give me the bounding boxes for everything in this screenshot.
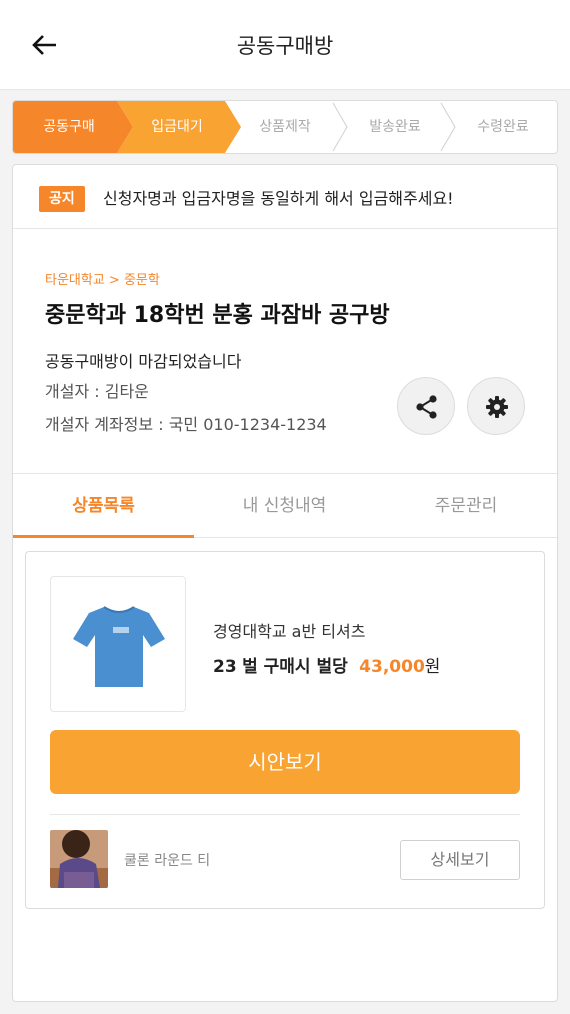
step-shipped: 발송완료 xyxy=(369,119,421,135)
notice-bar: 공지 신청자명과 입금자명을 동일하게 해서 입금해주세요! xyxy=(13,165,557,229)
tab-my-orders[interactable]: 내 신청내역 xyxy=(194,474,375,538)
product-card: 경영대학교 a반 티셔츠 23 벌 구매시 벌당 43,000원 시안보기 쿨론… xyxy=(25,551,545,909)
product-name: 경영대학교 a반 티셔츠 xyxy=(213,622,366,641)
photo-thumbnail xyxy=(50,830,108,888)
notice-badge: 공지 xyxy=(39,186,85,212)
breadcrumb: 타운대학교 > 중문학 xyxy=(45,273,160,288)
step-received: 수령완료 xyxy=(477,119,529,135)
share-icon xyxy=(416,395,437,419)
app-header: 공동구매방 xyxy=(0,0,570,90)
room-title: 중문학과 18학번 분홍 과잠바 공구방 xyxy=(45,303,390,328)
divider xyxy=(50,814,520,815)
per-unit-text: 벌 구매시 벌당 xyxy=(242,657,348,677)
sub-product-thumbnail[interactable] xyxy=(50,830,108,888)
notice-text: 신청자명과 입금자명을 동일하게 해서 입금해주세요! xyxy=(103,189,454,208)
share-button[interactable] xyxy=(397,377,455,435)
sub-product-name: 쿨론 라운드 티 xyxy=(124,853,211,869)
room-status: 공동구매방이 마감되었습니다 xyxy=(45,352,242,371)
step-group-buy: 공동구매 xyxy=(43,119,95,135)
view-details-button[interactable]: 상세보기 xyxy=(400,840,520,880)
creator-info: 개설자 : 김타운 xyxy=(45,382,149,401)
min-quantity: 23 xyxy=(213,657,237,677)
page-title: 공동구매방 xyxy=(236,34,334,58)
progress-steps: 공동구매 입금대기 상품제작 발송완료 수령완료 xyxy=(12,100,558,154)
currency-label: 원 xyxy=(424,657,441,677)
tab-order-management[interactable]: 주문관리 xyxy=(375,474,557,538)
preview-design-button[interactable]: 시안보기 xyxy=(50,730,520,794)
active-tab-indicator xyxy=(13,535,194,538)
room-info: 타운대학교 > 중문학 중문학과 18학번 분홍 과잠바 공구방 공동구매방이 … xyxy=(13,229,557,474)
settings-button[interactable] xyxy=(467,377,525,435)
step-awaiting-payment: 입금대기 xyxy=(151,119,203,135)
price-line: 23 벌 구매시 벌당 43,000원 xyxy=(213,652,440,677)
unit-price: 43,000 xyxy=(359,657,425,677)
tab-product-list[interactable]: 상품목록 xyxy=(13,474,194,538)
account-info: 개설자 계좌정보 : 국민 010-1234-1234 xyxy=(45,415,327,434)
step-production: 상품제작 xyxy=(259,119,311,135)
tab-bar: 상품목록 내 신청내역 주문관리 xyxy=(13,474,557,538)
product-thumbnail[interactable] xyxy=(50,576,186,712)
tshirt-icon xyxy=(73,606,165,687)
gear-icon xyxy=(486,396,508,418)
room-card: 공지 신청자명과 입금자명을 동일하게 해서 입금해주세요! 타운대학교 > 중… xyxy=(12,164,558,1002)
